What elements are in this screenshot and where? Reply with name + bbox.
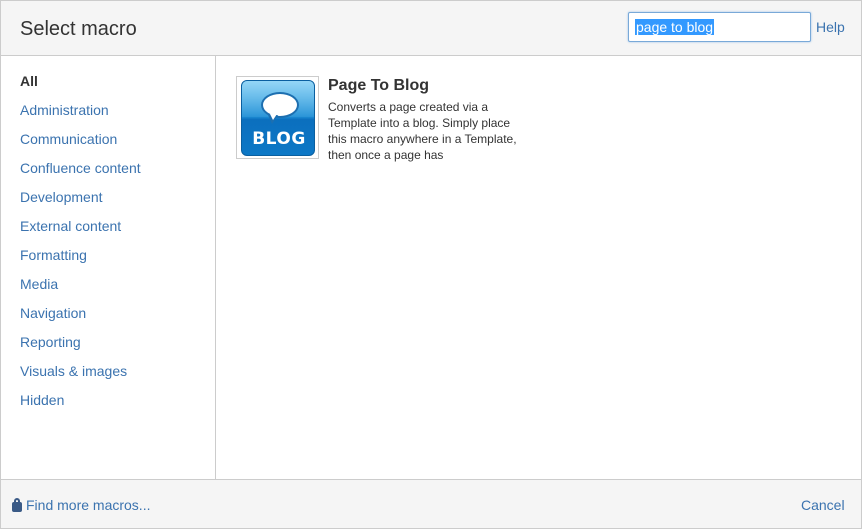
macro-results-panel: BLOG Page To Blog Converts a page create… [216,56,861,479]
dialog-footer: Find more macros... Cancel [1,479,861,528]
dialog-header: Select macro page to blog Help [1,1,861,56]
dialog-title: Select macro [20,18,137,40]
marketplace-bag-icon [11,498,23,512]
macro-description: Converts a page created via a Template i… [328,100,517,162]
search-input-value: page to blog [635,19,715,35]
category-visuals-images[interactable]: Visuals & images [20,363,127,379]
category-sidebar: All Administration Communication Conflue… [1,56,216,479]
category-communication[interactable]: Communication [20,131,117,147]
find-more-macros-link[interactable]: Find more macros... [11,497,150,513]
category-administration[interactable]: Administration [20,102,109,118]
category-media[interactable]: Media [20,276,58,292]
category-development[interactable]: Development [20,189,103,205]
help-link[interactable]: Help [816,19,845,35]
category-confluence-content[interactable]: Confluence content [20,160,141,176]
category-external-content[interactable]: External content [20,218,121,234]
category-all[interactable]: All [20,73,38,89]
macro-thumbnail: BLOG [236,76,319,159]
select-macro-dialog: Select macro page to blog Help All Admin… [0,0,862,529]
category-reporting[interactable]: Reporting [20,334,81,350]
find-more-label: Find more macros... [26,497,151,513]
macro-search-input[interactable]: page to blog [628,12,811,42]
macro-item-page-to-blog[interactable]: BLOG Page To Blog Converts a page create… [236,76,531,166]
macro-name: Page To Blog [328,77,430,94]
blog-speech-bubble-icon: BLOG [241,80,315,156]
cancel-button[interactable]: Cancel [801,497,845,513]
category-hidden[interactable]: Hidden [20,392,64,408]
blog-icon-text: BLOG [252,129,306,149]
category-formatting[interactable]: Formatting [20,247,87,263]
category-navigation[interactable]: Navigation [20,305,86,321]
